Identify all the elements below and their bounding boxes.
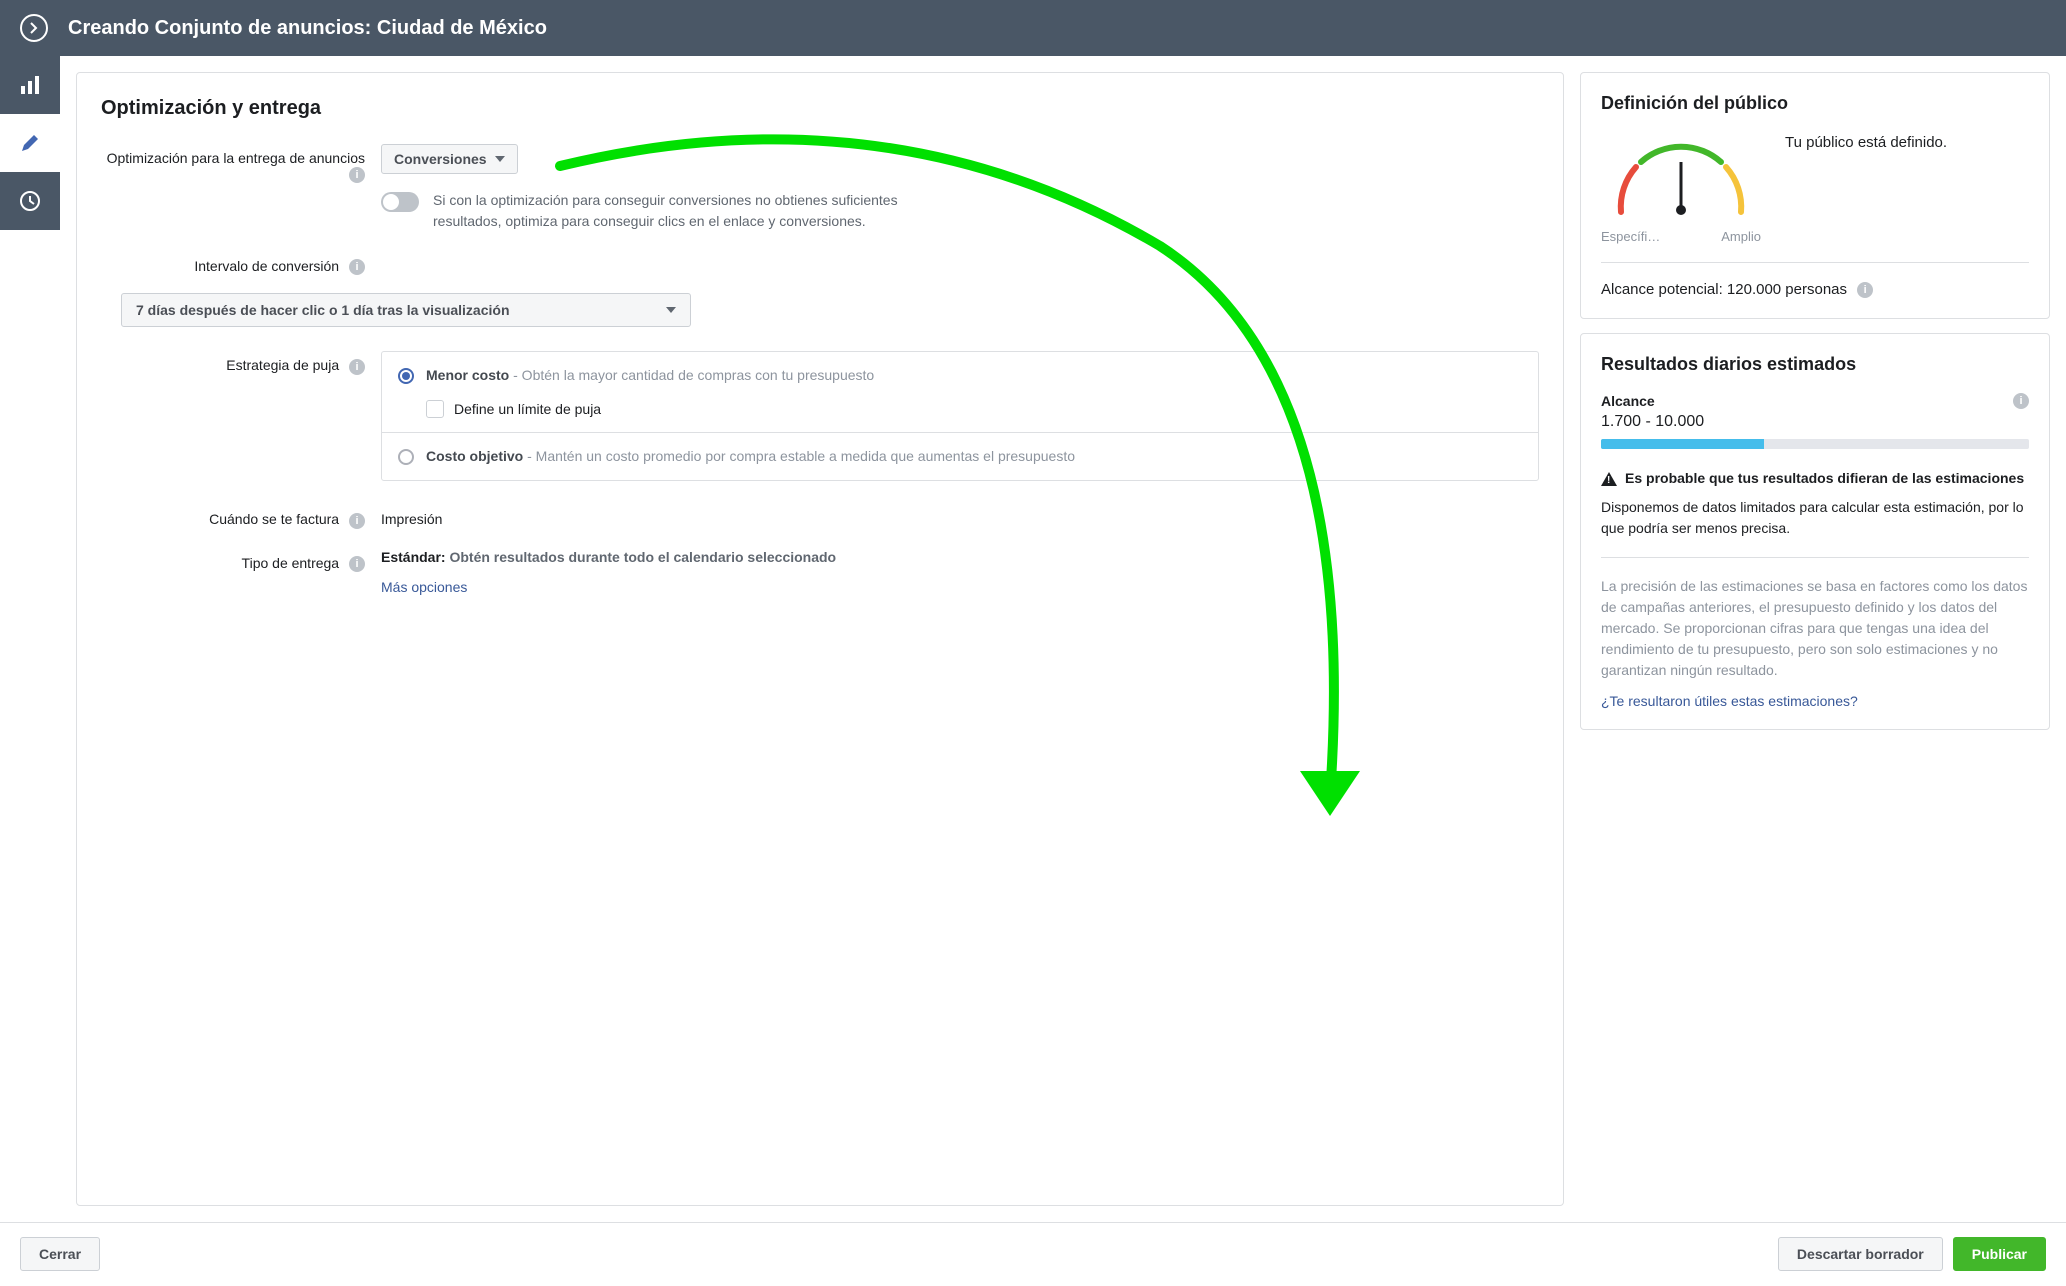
optimization-dropdown[interactable]: Conversiones (381, 144, 518, 174)
close-button[interactable]: Cerrar (20, 1237, 100, 1271)
sidebar-item-history[interactable] (0, 172, 60, 230)
radio-selected-icon (398, 368, 414, 384)
sidebar-item-edit[interactable] (0, 114, 60, 172)
sidebar-nav (0, 56, 60, 1222)
bid-option-desc: - Obtén la mayor cantidad de compras con… (509, 367, 874, 383)
bid-option-desc: - Mantén un costo promedio por compra es… (523, 448, 1075, 464)
sidebar-item-campaigns[interactable] (0, 56, 60, 114)
warning-icon (1601, 472, 1617, 486)
conversion-window-value: 7 días después de hacer clic o 1 día tra… (136, 302, 510, 318)
optimization-label: Optimización para la entrega de anuncios (107, 150, 365, 166)
gauge-left-label: Específi… (1601, 229, 1660, 244)
discard-draft-button[interactable]: Descartar borrador (1778, 1237, 1943, 1271)
reach-progress-bar (1601, 439, 2029, 449)
results-card-title: Resultados diarios estimados (1601, 354, 2029, 375)
main-form-panel: Optimización y entrega Optimización para… (76, 72, 1564, 1206)
warning-desc-text: Disponemos de datos limitados para calcu… (1601, 497, 2029, 539)
publish-button[interactable]: Publicar (1953, 1237, 2046, 1271)
bid-cap-label: Define un límite de puja (454, 401, 601, 417)
expand-icon[interactable] (20, 14, 48, 42)
info-icon[interactable]: i (2013, 393, 2029, 409)
page-title: Creando Conjunto de anuncios: Ciudad de … (68, 17, 547, 40)
bid-option-title: Costo objetivo (426, 448, 523, 464)
bid-strategy-row: Estrategia de puja i Menor costo - Obtén… (101, 351, 1539, 481)
bid-option-target-cost[interactable]: Costo objetivo - Mantén un costo promedi… (382, 432, 1538, 481)
delivery-type-row: Tipo de entrega i Estándar: Obtén result… (101, 549, 1539, 595)
bid-strategy-label: Estrategia de puja (226, 357, 339, 373)
info-icon[interactable]: i (349, 167, 365, 183)
pencil-icon (19, 132, 41, 154)
billing-row: Cuándo se te factura i Impresión (101, 505, 1539, 528)
footer-bar: Cerrar Descartar borrador Publicar (0, 1222, 2066, 1285)
clock-icon (19, 190, 41, 212)
divider (1601, 557, 2029, 558)
section-title: Optimización y entrega (101, 97, 1539, 120)
gauge-right-label: Amplio (1721, 229, 1761, 244)
info-icon[interactable]: i (349, 513, 365, 529)
audience-status-text: Tu público está definido. (1785, 132, 1947, 153)
delivery-type-strong: Estándar: (381, 549, 449, 565)
billing-label: Cuándo se te factura (209, 511, 339, 527)
info-icon[interactable]: i (349, 359, 365, 375)
fallback-toggle-text: Si con la optimización para conseguir co… (433, 190, 913, 232)
info-icon[interactable]: i (1857, 282, 1873, 298)
delivery-type-desc: Obtén resultados durante todo el calenda… (449, 549, 836, 565)
chevron-down-icon (666, 307, 676, 313)
gauge-icon (1601, 132, 1761, 222)
conversion-window-label: Intervalo de conversión (194, 258, 339, 274)
chevron-down-icon (495, 156, 505, 162)
disclaimer-text: La precisión de las estimaciones se basa… (1601, 576, 2029, 681)
audience-gauge: Específi… Amplio (1601, 132, 1761, 244)
info-icon[interactable]: i (349, 259, 365, 275)
audience-definition-card: Definición del público Específi… Ampli (1580, 72, 2050, 319)
bid-strategy-group: Menor costo - Obtén la mayor cantidad de… (381, 351, 1539, 481)
reach-progress-fill (1601, 439, 1764, 449)
chevron-right-icon (28, 22, 40, 34)
conversion-window-dropdown[interactable]: 7 días después de hacer clic o 1 día tra… (121, 293, 691, 327)
divider (1601, 262, 2029, 263)
bid-option-lowest-cost[interactable]: Menor costo - Obtén la mayor cantidad de… (382, 352, 1538, 432)
reach-metric-label: Alcance (1601, 393, 1655, 409)
estimated-results-card: Resultados diarios estimados Alcance i 1… (1580, 333, 2050, 730)
audience-card-title: Definición del público (1601, 93, 2029, 114)
billing-value: Impresión (381, 505, 1539, 527)
feedback-link[interactable]: ¿Te resultaron útiles estas estimaciones… (1601, 693, 1858, 709)
more-options-link[interactable]: Más opciones (381, 579, 467, 595)
potential-reach-label: Alcance potencial: (1601, 281, 1727, 298)
delivery-type-label: Tipo de entrega (242, 555, 340, 571)
info-icon[interactable]: i (349, 556, 365, 572)
page-header: Creando Conjunto de anuncios: Ciudad de … (0, 0, 2066, 56)
bar-chart-icon (19, 74, 41, 96)
bid-option-title: Menor costo (426, 367, 509, 383)
warning-title-text: Es probable que tus resultados difieran … (1625, 469, 2024, 489)
optimization-row: Optimización para la entrega de anuncios… (101, 144, 1539, 232)
conversion-window-row: Intervalo de conversión i (101, 252, 1539, 275)
checkbox-icon (426, 400, 444, 418)
optimization-value: Conversiones (394, 151, 487, 167)
radio-unselected-icon (398, 449, 414, 465)
fallback-toggle[interactable] (381, 192, 419, 212)
bid-cap-checkbox-row[interactable]: Define un límite de puja (426, 400, 1522, 418)
potential-reach-value: 120.000 personas (1727, 281, 1847, 298)
reach-metric-value: 1.700 - 10.000 (1601, 413, 2029, 431)
